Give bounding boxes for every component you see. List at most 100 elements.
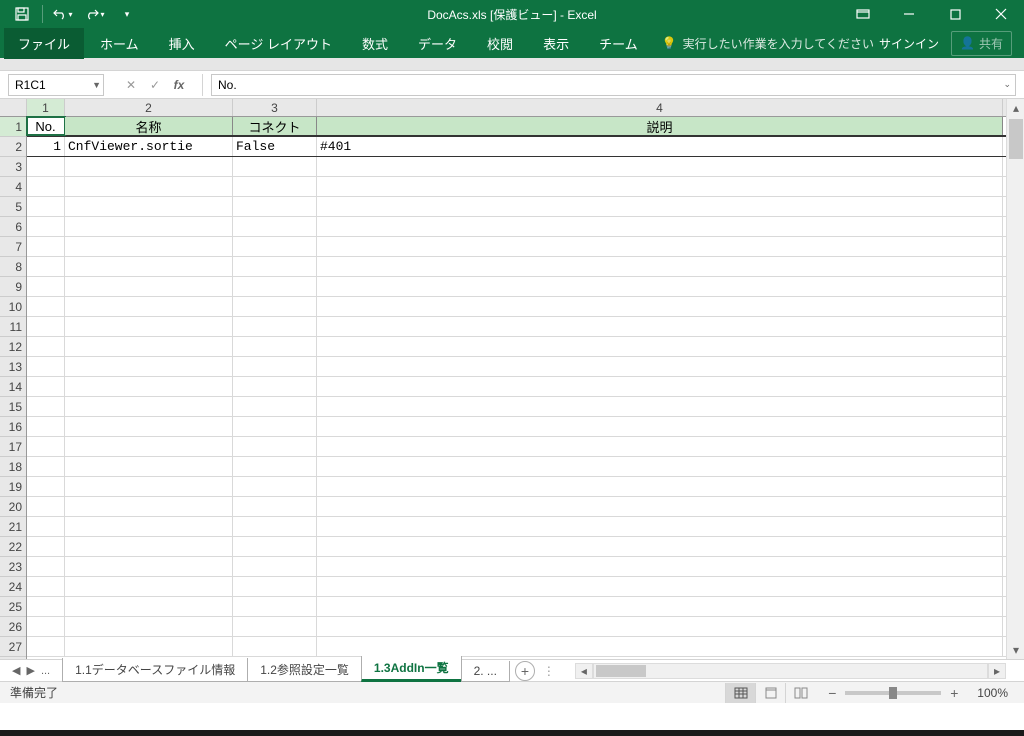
cell[interactable] [233,617,317,636]
cell[interactable] [233,157,317,176]
sheet-tab[interactable]: 2. ... [461,661,510,682]
row-header[interactable]: 25 [0,597,26,617]
cell[interactable] [27,317,65,336]
cell[interactable] [233,337,317,356]
cell[interactable] [65,317,233,336]
hscroll-left-icon[interactable]: ◂ [575,663,593,679]
cell[interactable] [27,277,65,296]
cell[interactable] [65,337,233,356]
cell[interactable] [233,197,317,216]
cell[interactable] [65,357,233,376]
column-header[interactable]: 3 [233,99,317,116]
horizontal-scrollbar[interactable] [593,663,988,679]
cell[interactable] [317,257,1003,276]
tab-file[interactable]: ファイル [4,28,84,59]
cell[interactable] [65,257,233,276]
cell[interactable] [27,557,65,576]
minimize-icon[interactable] [886,0,932,28]
tab-nav-next-icon[interactable]: ▶ [24,662,36,679]
cell[interactable] [65,277,233,296]
cell[interactable] [317,397,1003,416]
cell[interactable] [65,637,233,656]
cell[interactable] [27,397,65,416]
cell[interactable] [65,417,233,436]
cell[interactable] [65,497,233,516]
column-header[interactable]: 1 [27,99,65,116]
row-header[interactable]: 7 [0,237,26,257]
view-pagebreak-icon[interactable] [785,683,815,703]
tab-insert[interactable]: 挿入 [155,28,209,59]
zoom-out-button[interactable]: − [825,685,839,701]
enter-formula-icon[interactable]: ✓ [144,75,166,95]
cell[interactable] [27,177,65,196]
row-header[interactable]: 1 [0,117,26,137]
cell[interactable] [27,537,65,556]
hscroll-thumb[interactable] [596,665,646,677]
redo-icon[interactable]: ▾ [81,2,109,26]
cell[interactable] [233,277,317,296]
scroll-up-icon[interactable]: ▴ [1007,99,1024,117]
add-sheet-button[interactable]: + [515,661,535,681]
tell-me-search[interactable]: 💡 実行したい作業を入力してください [662,35,874,52]
cell[interactable] [27,497,65,516]
ribbon-display-icon[interactable] [840,0,886,28]
cell[interactable]: No. [27,117,65,135]
row-header[interactable]: 6 [0,217,26,237]
row-header[interactable]: 12 [0,337,26,357]
cell[interactable] [233,437,317,456]
cell[interactable] [233,537,317,556]
row-header[interactable]: 18 [0,457,26,477]
tab-options-icon[interactable]: ⋮ [543,664,555,678]
row-header[interactable]: 24 [0,577,26,597]
cell[interactable] [27,197,65,216]
cell[interactable] [27,217,65,236]
row-header[interactable]: 23 [0,557,26,577]
cell[interactable]: #401 [317,137,1003,156]
cell[interactable] [65,577,233,596]
cell[interactable] [317,557,1003,576]
row-header[interactable]: 14 [0,377,26,397]
cell[interactable] [317,577,1003,596]
tab-review[interactable]: 校閲 [473,28,527,59]
cell[interactable] [65,537,233,556]
cell[interactable] [65,557,233,576]
chevron-down-icon[interactable]: ▼ [92,80,101,90]
zoom-in-button[interactable]: + [947,685,961,701]
cell[interactable] [65,597,233,616]
cell[interactable] [65,197,233,216]
cell[interactable] [317,517,1003,536]
cell[interactable] [65,517,233,536]
cell[interactable] [233,177,317,196]
tab-nav-prev-icon[interactable]: ◀ [10,662,22,679]
sheet-tab[interactable]: 1.1データベースファイル情報 [62,658,248,682]
formula-input[interactable]: No. ⌄ [211,74,1016,96]
cell[interactable] [65,297,233,316]
cell[interactable] [317,297,1003,316]
cell[interactable] [317,157,1003,176]
cell[interactable] [233,357,317,376]
cell[interactable] [233,597,317,616]
cell[interactable] [233,237,317,256]
save-icon[interactable] [8,2,36,26]
cell[interactable] [233,317,317,336]
cell[interactable] [317,617,1003,636]
cell[interactable] [233,297,317,316]
row-header[interactable]: 13 [0,357,26,377]
cell[interactable] [317,457,1003,476]
cell[interactable] [317,637,1003,656]
view-pagelayout-icon[interactable] [755,683,785,703]
cell[interactable] [233,577,317,596]
row-header[interactable]: 27 [0,637,26,657]
cell[interactable]: CnfViewer.sortie [65,137,233,156]
cell[interactable] [65,177,233,196]
cancel-formula-icon[interactable]: ✕ [120,75,142,95]
scroll-down-icon[interactable]: ▾ [1007,641,1024,659]
cell[interactable] [233,497,317,516]
cell[interactable] [27,297,65,316]
row-header[interactable]: 5 [0,197,26,217]
row-header[interactable]: 17 [0,437,26,457]
signin-link[interactable]: サインイン [879,35,939,52]
row-header[interactable]: 11 [0,317,26,337]
cell[interactable] [65,377,233,396]
cell[interactable] [65,157,233,176]
